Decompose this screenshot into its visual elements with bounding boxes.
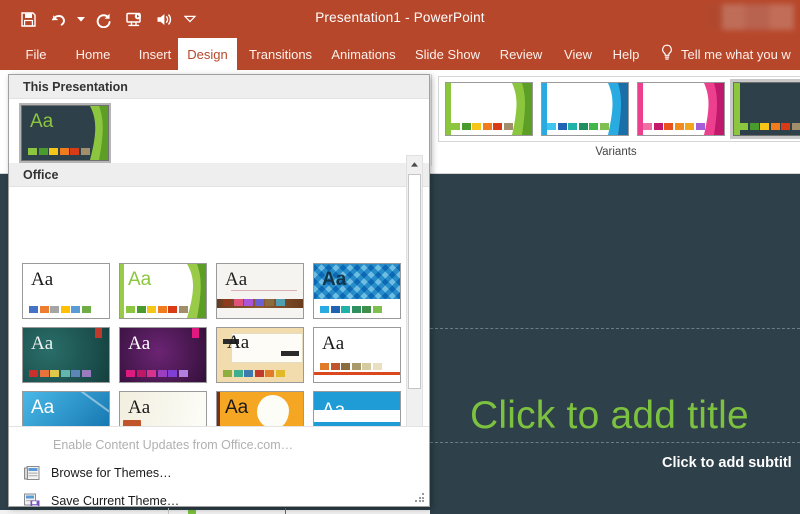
tab-help[interactable]: Help [604,38,648,70]
theme-swatches [29,370,91,377]
theme-berlin-light[interactable]: Aa [119,263,207,319]
scrollbar-thumb[interactable] [408,174,421,389]
variant-swatches [739,123,800,130]
theme-office[interactable]: Aa [22,263,110,319]
variant-swatches [547,123,609,130]
themes-gallery-dropdown[interactable]: This Presentation Aa Office Aa [8,74,430,507]
variants-gallery[interactable] [438,76,800,142]
theme-swatches [28,148,90,155]
tab-view[interactable]: View [554,38,602,70]
save-theme-icon [23,492,41,508]
theme-damask[interactable]: Aa [313,263,401,319]
undo-dropdown-icon[interactable] [74,5,88,33]
theme-aa-label: Aa [227,333,249,352]
theme-aa-label: Aa [31,270,53,289]
theme-aa-label: Aa [322,401,345,420]
tell-me-label: Tell me what you w [681,47,791,62]
theme-swatches [320,306,382,313]
theme-aa-label: Aa [128,398,150,417]
tab-review[interactable]: Review [491,38,551,70]
section-header-this-presentation: This Presentation [9,75,429,99]
variant-green[interactable] [445,82,533,136]
theme-aa-label: Aa [128,334,150,353]
resize-grip[interactable] [415,493,425,503]
theme-aa-label: Aa [128,270,151,289]
ribbon-tab-strip: File Home Insert Design Transitions Anim… [0,38,800,70]
audio-icon[interactable] [150,5,178,33]
tell-me-search[interactable]: Tell me what you w [660,38,791,70]
section-header-office: Office [9,163,429,187]
tab-slide-show[interactable]: Slide Show [406,38,489,70]
slide-subtitle-placeholder[interactable]: Click to add subtitl [662,452,800,474]
tab-design[interactable]: Design [178,38,237,70]
customize-qat-icon[interactable] [180,5,200,33]
theme-swatches [223,370,285,377]
variants-group-label: Variants [432,146,800,158]
theme-swatches [320,363,382,370]
theme-swatches [223,299,285,306]
tab-insert[interactable]: Insert [128,38,182,70]
tab-transitions[interactable]: Transitions [240,38,321,70]
scroll-up-icon[interactable] [407,156,422,172]
title-bar: Presentation1 - PowerPoint [0,0,800,38]
variant-blue[interactable] [541,82,629,136]
this-presentation-row: Aa [9,99,429,163]
slide-canvas[interactable]: Click to add title Click to add subtitl [430,174,800,514]
lightbulb-icon [660,44,674,64]
thumbnail-accent [188,510,196,514]
theme-ion-boardroom[interactable]: Aa [216,327,304,383]
variant-dark[interactable] [733,82,800,136]
thumbnail-divider [168,508,169,514]
tab-animations[interactable]: Animations [322,38,405,70]
theme-swatches [29,306,91,313]
redo-icon[interactable] [90,5,118,33]
tab-file[interactable]: File [14,38,58,70]
theme-aa-label: Aa [225,270,247,289]
quick-access-toolbar [14,4,200,34]
thumbnail-divider-2 [285,508,286,514]
save-icon[interactable] [14,5,42,33]
theme-quotable[interactable]: Aa [119,327,207,383]
theme-berlin-dark[interactable]: Aa [21,105,109,161]
variant-pink[interactable] [637,82,725,136]
browse-for-themes-label: Browse for Themes… [51,466,172,480]
slide-title-placeholder[interactable]: Click to add title [470,390,800,442]
theme-aa-label: Aa [30,112,53,131]
browse-themes-icon [23,464,41,482]
variants-group: Variants [432,72,800,172]
theme-aa-label: Aa [322,270,346,289]
slide-thumbnail-strip[interactable] [0,510,430,514]
theme-facet-teal[interactable]: Aa [22,327,110,383]
start-slideshow-icon[interactable] [120,5,148,33]
save-current-theme[interactable]: Save Current Theme… [9,488,429,507]
undo-icon[interactable] [44,5,72,33]
theme-aa-label: Aa [31,398,54,417]
save-current-theme-label: Save Current Theme… [51,494,179,508]
variant-swatches [451,123,513,130]
theme-swatches [126,306,188,313]
account-name-blurred [706,4,794,30]
title-placeholder-top-border [430,328,800,329]
title-placeholder-bottom-border [430,442,800,443]
theme-retrospect[interactable]: Aa [313,327,401,383]
theme-aa-label: Aa [322,334,344,353]
enable-content-updates: Enable Content Updates from Office.com… [9,432,429,457]
theme-swatches [126,370,188,377]
browse-for-themes[interactable]: Browse for Themes… [9,460,429,485]
variant-swatches [643,123,705,130]
theme-aa-label: Aa [31,334,53,353]
theme-wisp[interactable]: Aa [216,263,304,319]
tab-home[interactable]: Home [65,38,121,70]
themes-dropdown-footer: Enable Content Updates from Office.com… … [9,426,429,506]
theme-aa-label: Aa [225,398,248,417]
